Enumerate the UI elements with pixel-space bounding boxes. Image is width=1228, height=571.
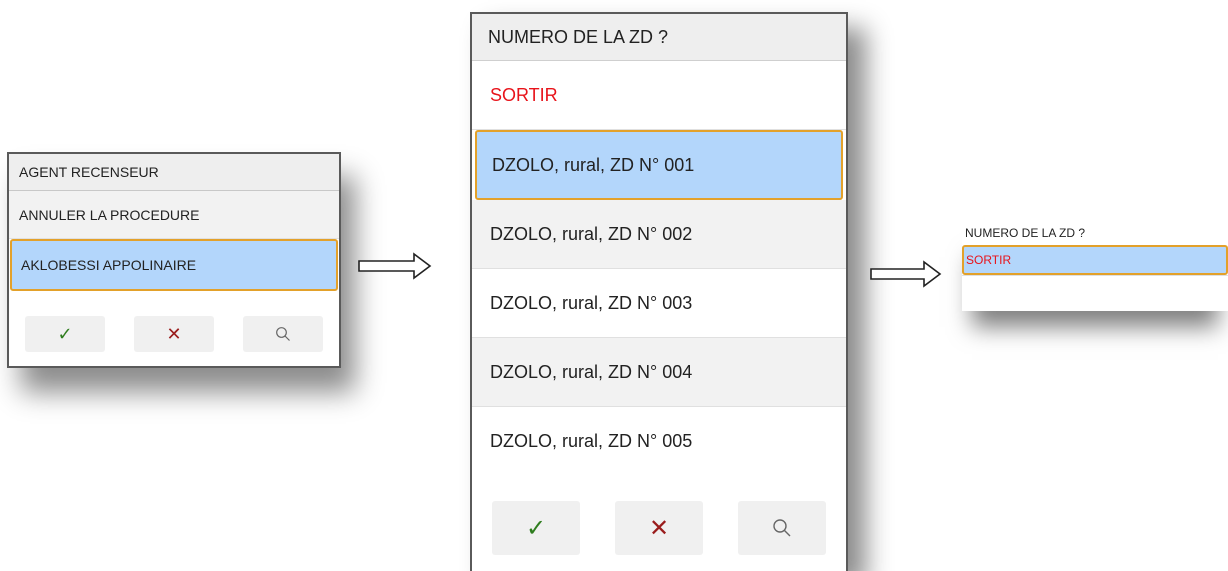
cancel-button[interactable]: ✕ [134, 316, 214, 352]
list-item-zd-004[interactable]: DZOLO, rural, ZD N° 004 [472, 338, 846, 407]
search-button[interactable] [738, 501, 826, 555]
list-item-zd-001-selected[interactable]: DZOLO, rural, ZD N° 001 [475, 130, 843, 200]
dialog-title: NUMERO DE LA ZD ? [472, 14, 846, 61]
search-icon [275, 326, 291, 342]
right-arrow-icon [358, 252, 432, 280]
close-icon: ✕ [166, 323, 182, 344]
zd-number-dialog-filtered: NUMERO DE LA ZD ? SORTIR [962, 221, 1228, 311]
search-icon [772, 518, 792, 538]
button-bar: ✓ ✕ [9, 316, 339, 352]
dialog-title: AGENT RECENSEUR [9, 154, 339, 191]
list-item-agent-selected[interactable]: AKLOBESSI APPOLINAIRE [10, 239, 338, 291]
close-icon: ✕ [648, 514, 670, 542]
list-item-annuler[interactable]: ANNULER LA PROCEDURE [9, 191, 339, 239]
right-arrow-icon [870, 260, 942, 288]
confirm-button[interactable]: ✓ [25, 316, 105, 352]
check-icon: ✓ [525, 514, 547, 542]
dialog-title: NUMERO DE LA ZD ? [962, 221, 1228, 245]
list-item-zd-002[interactable]: DZOLO, rural, ZD N° 002 [472, 200, 846, 269]
confirm-button[interactable]: ✓ [492, 501, 580, 555]
cancel-button[interactable]: ✕ [615, 501, 703, 555]
search-button[interactable] [243, 316, 323, 352]
list-end [962, 275, 1228, 287]
button-bar: ✓ ✕ [472, 501, 846, 555]
list-item-sortir[interactable]: SORTIR [472, 61, 846, 130]
zd-number-dialog: NUMERO DE LA ZD ? SORTIR DZOLO, rural, Z… [470, 12, 848, 571]
list-item-zd-003[interactable]: DZOLO, rural, ZD N° 003 [472, 269, 846, 338]
list-item-zd-005[interactable]: DZOLO, rural, ZD N° 005 [472, 407, 846, 476]
list-item-sortir-selected[interactable]: SORTIR [962, 245, 1228, 275]
agent-recenseur-dialog: AGENT RECENSEUR ANNULER LA PROCEDURE AKL… [7, 152, 341, 368]
check-icon: ✓ [57, 323, 73, 344]
